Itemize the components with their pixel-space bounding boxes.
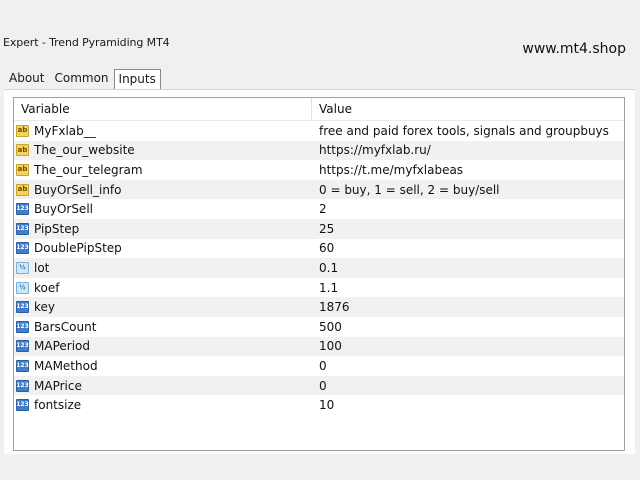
variable-name: fontsize bbox=[34, 398, 82, 413]
variable-cell: ab MyFxlab__ bbox=[14, 124, 312, 138]
variable-name: koef bbox=[34, 280, 60, 295]
value-cell[interactable]: 100 bbox=[312, 339, 624, 353]
grid-header: Variable Value bbox=[14, 98, 624, 121]
variable-name: MAPeriod bbox=[34, 339, 90, 354]
value-cell[interactable]: 0 = buy, 1 = sell, 2 = buy/sell bbox=[312, 183, 624, 197]
value-cell[interactable]: 0 bbox=[312, 379, 624, 393]
integer-type-icon: 123 bbox=[16, 320, 29, 333]
table-row[interactable]: 123 MAPeriod 100 bbox=[14, 336, 624, 357]
value-cell[interactable]: 1.1 bbox=[312, 281, 624, 295]
integer-type-icon: 123 bbox=[16, 242, 29, 255]
variable-name: DoublePipStep bbox=[34, 241, 122, 256]
variable-name: PipStep bbox=[34, 221, 80, 236]
watermark-text: www.mt4.shop bbox=[522, 41, 626, 57]
integer-type-icon: 123 bbox=[16, 379, 29, 392]
variable-cell: ab BuyOrSell_info bbox=[14, 183, 312, 197]
variable-cell: 123 MAPrice bbox=[14, 379, 312, 393]
variable-cell: 123 fontsize bbox=[14, 398, 312, 412]
variable-name: BuyOrSell bbox=[34, 202, 93, 217]
column-header-value[interactable]: Value bbox=[312, 98, 624, 120]
integer-type-icon: 123 bbox=[16, 301, 29, 314]
table-row[interactable]: 123 fontsize 10 bbox=[14, 395, 624, 415]
variable-name: MyFxlab__ bbox=[34, 123, 96, 138]
string-type-icon: ab bbox=[16, 144, 29, 157]
table-row[interactable]: 123 BuyOrSell 2 bbox=[14, 199, 624, 219]
variable-name: MAPrice bbox=[34, 378, 82, 393]
variable-name: key bbox=[34, 300, 56, 315]
value-cell[interactable]: https://myfxlab.ru/ bbox=[312, 143, 624, 157]
string-type-icon: ab bbox=[16, 124, 29, 137]
variable-cell: ½ lot bbox=[14, 261, 312, 275]
variable-cell: 123 key bbox=[14, 300, 312, 314]
tab-bar: About Common Inputs bbox=[4, 67, 161, 90]
window-title: Expert - Trend Pyramiding MT4 bbox=[3, 36, 170, 49]
variable-cell: 123 BuyOrSell bbox=[14, 202, 312, 216]
variable-cell: 123 DoublePipStep bbox=[14, 241, 312, 255]
variable-cell: ab The_our_website bbox=[14, 143, 312, 157]
value-cell[interactable]: 25 bbox=[312, 222, 624, 236]
double-type-icon: ½ bbox=[16, 261, 29, 274]
variable-cell: ab The_our_telegram bbox=[14, 163, 312, 177]
table-row[interactable]: ab BuyOrSell_info 0 = buy, 1 = sell, 2 = b… bbox=[14, 179, 624, 200]
table-row[interactable]: 123 BarsCount 500 bbox=[14, 317, 624, 337]
value-cell[interactable]: 0.1 bbox=[312, 261, 624, 275]
value-cell[interactable]: 0 bbox=[312, 359, 624, 373]
variable-name: The_our_telegram bbox=[34, 162, 143, 177]
integer-type-icon: 123 bbox=[16, 203, 29, 216]
column-header-variable[interactable]: Variable bbox=[14, 98, 312, 120]
expert-properties-window: Expert - Trend Pyramiding MT4 www.mt4.sh… bbox=[0, 0, 640, 480]
table-row[interactable]: ab MyFxlab__ free and paid forex tools, si… bbox=[14, 121, 624, 141]
table-row[interactable]: 123 key 1876 bbox=[14, 297, 624, 317]
variable-name: The_our_website bbox=[34, 143, 135, 158]
table-row[interactable]: ab The_our_website https://myfxlab.ru/ bbox=[14, 140, 624, 161]
integer-type-icon: 123 bbox=[16, 340, 29, 353]
variable-cell: ½ koef bbox=[14, 281, 312, 295]
value-cell[interactable]: 2 bbox=[312, 202, 624, 216]
string-type-icon: ab bbox=[16, 163, 29, 176]
variable-name: BarsCount bbox=[34, 319, 97, 334]
value-cell[interactable]: 500 bbox=[312, 320, 624, 334]
variable-name: BuyOrSell_info bbox=[34, 182, 122, 197]
table-row[interactable]: ½ lot 0.1 bbox=[14, 258, 624, 278]
variable-name: MAMethod bbox=[34, 358, 98, 373]
table-row[interactable]: ½ koef 1.1 bbox=[14, 278, 624, 298]
tab-common[interactable]: Common bbox=[49, 68, 113, 89]
tab-about[interactable]: About bbox=[4, 68, 49, 89]
value-cell[interactable]: free and paid forex tools, signals and g… bbox=[312, 124, 624, 138]
variable-cell: 123 MAPeriod bbox=[14, 339, 312, 353]
integer-type-icon: 123 bbox=[16, 399, 29, 412]
string-type-icon: ab bbox=[16, 183, 29, 196]
inputs-panel: Variable Value ab MyFxlab__ free and paid … bbox=[4, 89, 635, 454]
grid-rows: ab MyFxlab__ free and paid forex tools, si… bbox=[14, 121, 624, 415]
tab-inputs[interactable]: Inputs bbox=[113, 69, 161, 90]
table-row[interactable]: 123 MAPrice 0 bbox=[14, 375, 624, 396]
variable-cell: 123 PipStep bbox=[14, 222, 312, 236]
variable-cell: 123 BarsCount bbox=[14, 320, 312, 334]
table-row[interactable]: 123 MAMethod 0 bbox=[14, 356, 624, 376]
variable-name: lot bbox=[34, 260, 50, 275]
value-cell[interactable]: 10 bbox=[312, 398, 624, 412]
table-row[interactable]: 123 DoublePipStep 60 bbox=[14, 239, 624, 259]
double-type-icon: ½ bbox=[16, 281, 29, 294]
table-row[interactable]: ab The_our_telegram https://t.me/myfxlabea… bbox=[14, 160, 624, 180]
value-cell[interactable]: 1876 bbox=[312, 300, 624, 314]
value-cell[interactable]: 60 bbox=[312, 241, 624, 255]
table-row[interactable]: 123 PipStep 25 bbox=[14, 218, 624, 239]
integer-type-icon: 123 bbox=[16, 359, 29, 372]
inputs-grid: Variable Value ab MyFxlab__ free and paid … bbox=[13, 97, 625, 451]
integer-type-icon: 123 bbox=[16, 222, 29, 235]
variable-cell: 123 MAMethod bbox=[14, 359, 312, 373]
value-cell[interactable]: https://t.me/myfxlabeas bbox=[312, 163, 624, 177]
